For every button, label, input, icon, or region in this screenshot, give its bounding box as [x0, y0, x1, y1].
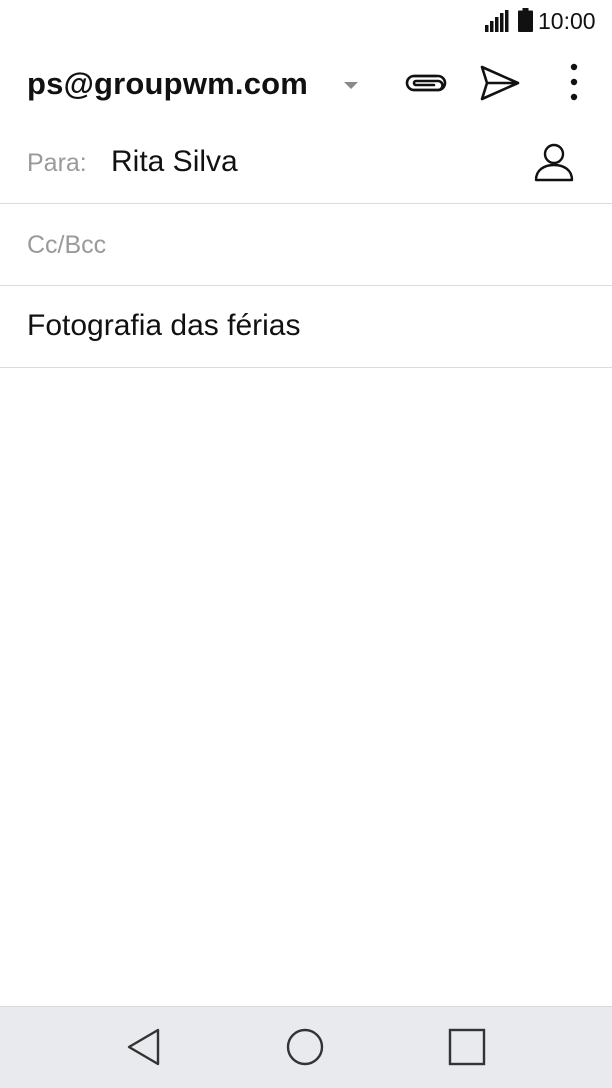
cc-bcc-field[interactable]: Cc/Bcc: [27, 230, 106, 260]
signal-icon: [485, 10, 509, 32]
more-vert-icon[interactable]: [556, 58, 592, 108]
paperclip-icon[interactable]: [398, 62, 452, 104]
to-label: Para:: [27, 149, 87, 177]
battery-icon: [518, 8, 533, 32]
person-icon[interactable]: [530, 140, 578, 186]
to-row[interactable]: Para: Rita Silva: [0, 122, 612, 204]
status-bar: 10:00: [0, 0, 612, 44]
subject-field[interactable]: Fotografia das férias: [27, 308, 300, 344]
back-icon[interactable]: [122, 1025, 166, 1069]
compose-toolbar: ps@groupwm.com: [0, 44, 612, 122]
dropdown-arrow-icon[interactable]: [336, 70, 366, 100]
navigation-bar: [0, 1006, 612, 1088]
cc-bcc-row[interactable]: Cc/Bcc: [0, 204, 612, 286]
recent-apps-icon[interactable]: [445, 1025, 489, 1069]
status-time: 10:00: [538, 8, 596, 34]
from-account[interactable]: ps@groupwm.com: [27, 66, 308, 102]
to-recipient[interactable]: Rita Silva: [111, 144, 238, 180]
message-body[interactable]: [0, 368, 612, 1006]
subject-row[interactable]: Fotografia das férias: [0, 286, 612, 368]
send-icon[interactable]: [472, 60, 528, 106]
home-icon[interactable]: [283, 1025, 327, 1069]
